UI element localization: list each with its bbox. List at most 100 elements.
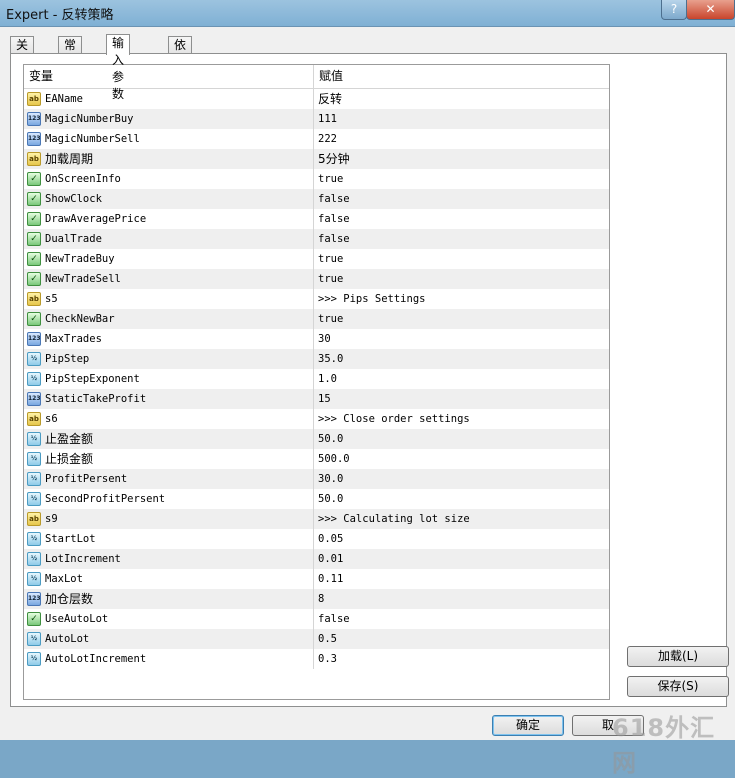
table-row[interactable]: ab s6 >>> Close order settings xyxy=(24,409,609,429)
value-cell[interactable]: 0.05 xyxy=(314,529,608,549)
variable-column-header[interactable]: 变量 xyxy=(24,65,314,88)
double-icon: ½ xyxy=(27,352,41,366)
variable-cell: 123 加仓层数 xyxy=(24,589,314,609)
table-row[interactable]: ½ 止损金额 500.0 xyxy=(24,449,609,469)
value-cell[interactable]: >>> Pips Settings xyxy=(314,289,608,309)
tab-about[interactable]: 关于 xyxy=(10,36,35,69)
value-cell[interactable]: >>> Calculating lot size xyxy=(314,509,608,529)
variable-cell: ½ 止盈金额 xyxy=(24,429,314,449)
variable-cell: 123 MaxTrades xyxy=(24,329,314,349)
table-row[interactable]: ½ StartLot 0.05 xyxy=(24,529,609,549)
value-cell[interactable]: 15 xyxy=(314,389,608,409)
window-title: Expert - 反转策略 xyxy=(6,8,114,23)
table-row[interactable]: ✓ UseAutoLot false xyxy=(24,609,609,629)
string-icon: ab xyxy=(27,152,41,166)
table-row[interactable]: 123 MaxTrades 30 xyxy=(24,329,609,349)
table-row[interactable]: ab 加载周期 5分钟 xyxy=(24,149,609,169)
table-row[interactable]: ✓ NewTradeSell true xyxy=(24,269,609,289)
variable-cell: ½ SecondProfitPersent xyxy=(24,489,314,509)
table-row[interactable]: ½ AutoLotIncrement 0.3 xyxy=(24,649,609,669)
variable-cell: ✓ ShowClock xyxy=(24,189,314,209)
value-cell[interactable]: 50.0 xyxy=(314,489,608,509)
variable-cell: ✓ UseAutoLot xyxy=(24,609,314,629)
value-cell[interactable]: 35.0 xyxy=(314,349,608,369)
bool-icon: ✓ xyxy=(27,232,41,246)
integer-icon: 123 xyxy=(27,332,41,346)
value-cell[interactable]: true xyxy=(314,269,608,289)
table-row[interactable]: ½ MaxLot 0.11 xyxy=(24,569,609,589)
value-column-header[interactable]: 赋值 xyxy=(314,65,609,88)
value-cell[interactable]: 0.01 xyxy=(314,549,608,569)
table-row[interactable]: 123 加仓层数 8 xyxy=(24,589,609,609)
bool-icon: ✓ xyxy=(27,312,41,326)
value-cell[interactable]: true xyxy=(314,249,608,269)
variable-name: SecondProfitPersent xyxy=(45,493,166,505)
double-icon: ½ xyxy=(27,472,41,486)
value-cell[interactable]: true xyxy=(314,169,608,189)
variable-name: NewTradeSell xyxy=(45,273,121,285)
string-icon: ab xyxy=(27,512,41,526)
tab-inputs[interactable]: 输入参数 xyxy=(106,34,131,101)
tab-common[interactable]: 常用 xyxy=(58,36,83,69)
variable-name: StaticTakeProfit xyxy=(45,393,147,405)
value-cell[interactable]: 30.0 xyxy=(314,469,608,489)
variable-name: 止盈金额 xyxy=(45,432,94,446)
table-row[interactable]: ½ 止盈金额 50.0 xyxy=(24,429,609,449)
value-cell[interactable]: true xyxy=(314,309,608,329)
string-icon: ab xyxy=(27,92,41,106)
bool-icon: ✓ xyxy=(27,172,41,186)
value-cell[interactable]: 0.11 xyxy=(314,569,608,589)
table-row[interactable]: ✓ OnScreenInfo true xyxy=(24,169,609,189)
table-row[interactable]: ab s5 >>> Pips Settings xyxy=(24,289,609,309)
value-cell[interactable]: 111 xyxy=(314,109,608,129)
table-row[interactable]: ½ PipStep 35.0 xyxy=(24,349,609,369)
double-icon: ½ xyxy=(27,532,41,546)
ok-button[interactable]: 确定 xyxy=(492,715,564,736)
variable-name: AutoLot xyxy=(45,633,90,645)
value-cell[interactable]: 反转 xyxy=(314,89,608,109)
variable-name: AutoLotIncrement xyxy=(45,653,147,665)
load-button[interactable]: 加载(L) xyxy=(627,646,729,667)
table-row[interactable]: 123 MagicNumberBuy 111 xyxy=(24,109,609,129)
table-row[interactable]: ½ AutoLot 0.5 xyxy=(24,629,609,649)
table-row[interactable]: ½ LotIncrement 0.01 xyxy=(24,549,609,569)
value-cell[interactable]: 222 xyxy=(314,129,608,149)
save-button[interactable]: 保存(S) xyxy=(627,676,729,697)
variable-cell: ✓ OnScreenInfo xyxy=(24,169,314,189)
value-cell[interactable]: false xyxy=(314,229,608,249)
value-cell[interactable]: 0.3 xyxy=(314,649,608,669)
value-cell[interactable]: 1.0 xyxy=(314,369,608,389)
value-cell[interactable]: 500.0 xyxy=(314,449,608,469)
variable-name: ProfitPersent xyxy=(45,473,128,485)
table-row[interactable]: ✓ DualTrade false xyxy=(24,229,609,249)
value-cell[interactable]: 50.0 xyxy=(314,429,608,449)
value-cell[interactable]: 0.5 xyxy=(314,629,608,649)
double-icon: ½ xyxy=(27,492,41,506)
value-cell[interactable]: 30 xyxy=(314,329,608,349)
table-row[interactable]: ½ SecondProfitPersent 50.0 xyxy=(24,489,609,509)
table-row[interactable]: ½ PipStepExponent 1.0 xyxy=(24,369,609,389)
table-row[interactable]: ✓ NewTradeBuy true xyxy=(24,249,609,269)
expert-properties-dialog: Expert - 反转策略 ? ✕ 关于 常用 输入参数 依存关系 变量 赋值 … xyxy=(0,0,735,777)
variable-name: 止损金额 xyxy=(45,452,94,466)
value-cell[interactable]: false xyxy=(314,209,608,229)
tab-dependencies[interactable]: 依存关系 xyxy=(168,36,193,103)
value-cell[interactable]: >>> Close order settings xyxy=(314,409,608,429)
value-cell[interactable]: false xyxy=(314,609,608,629)
variable-name: DualTrade xyxy=(45,233,102,245)
value-cell[interactable]: 8 xyxy=(314,589,608,609)
variable-name: CheckNewBar xyxy=(45,313,115,325)
table-row[interactable]: ✓ DrawAveragePrice false xyxy=(24,209,609,229)
double-icon: ½ xyxy=(27,452,41,466)
close-button[interactable]: ✕ xyxy=(686,0,735,20)
table-row[interactable]: 123 MagicNumberSell 222 xyxy=(24,129,609,149)
table-row[interactable]: ✓ ShowClock false xyxy=(24,189,609,209)
table-row[interactable]: ✓ CheckNewBar true xyxy=(24,309,609,329)
variable-name: PipStepExponent xyxy=(45,373,140,385)
table-row[interactable]: ½ ProfitPersent 30.0 xyxy=(24,469,609,489)
table-row[interactable]: ab s9 >>> Calculating lot size xyxy=(24,509,609,529)
table-row[interactable]: 123 StaticTakeProfit 15 xyxy=(24,389,609,409)
help-button[interactable]: ? xyxy=(661,0,687,20)
value-cell[interactable]: false xyxy=(314,189,608,209)
value-cell[interactable]: 5分钟 xyxy=(314,149,608,169)
